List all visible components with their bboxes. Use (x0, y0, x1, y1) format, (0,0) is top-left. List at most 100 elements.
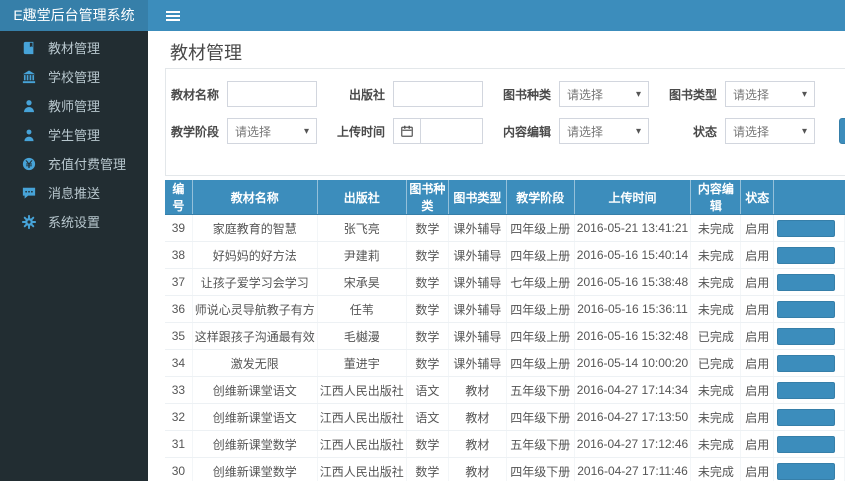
book-category-select[interactable]: 请选择 ▾ (559, 81, 649, 107)
sidebar-item-textbooks[interactable]: 教材管理 (0, 33, 148, 62)
calendar-icon[interactable] (393, 118, 420, 144)
book-type-select[interactable]: 请选择 ▾ (725, 81, 815, 107)
column-header: 上传时间 (574, 180, 692, 215)
table-cell: 课外辅导 (448, 349, 507, 377)
row-action-button[interactable] (777, 462, 836, 480)
teaching-stage-select[interactable]: 请选择 ▾ (227, 118, 317, 144)
student-icon (22, 127, 37, 142)
table-row: 31 创维新课堂数学 江西人民出版社 数学 教材 五年级下册 2016-04-27 17:1… (165, 430, 845, 458)
table-cell: 31 (165, 430, 193, 458)
search-button[interactable]: 搜索 (839, 118, 845, 144)
table-cell: 创维新课堂语文 (192, 403, 318, 431)
message-icon (22, 185, 37, 200)
filter-upload-time: 上传时间 (335, 118, 483, 144)
table-cell: 江西人民出版社 (317, 457, 407, 481)
table-cell: 启用 (740, 295, 775, 323)
table-cell: 四年级上册 (506, 241, 575, 269)
table-cell: 2016-05-16 15:38:48 (574, 268, 692, 296)
sidebar-item-messages[interactable]: 消息推送 (0, 178, 148, 207)
table-row: 38 好妈妈的好方法 尹建莉 数学 课外辅导 四年级上册 2016-05-16 15:40:… (165, 241, 845, 269)
row-action-button[interactable] (777, 327, 836, 345)
table-cell: 36 (165, 295, 193, 323)
table-cell: 教材 (448, 403, 507, 431)
table-cell: 江西人民出版社 (317, 430, 407, 458)
table-cell: 宋承昊 (317, 268, 407, 296)
content-editor-select[interactable]: 请选择 ▾ (559, 118, 649, 144)
table-cell: 33 (165, 376, 193, 404)
table-cell-action (773, 430, 845, 458)
sidebar-item-label: 教材管理 (48, 41, 101, 56)
table-cell: 董进宇 (317, 349, 407, 377)
status-select[interactable]: 请选择 ▾ (725, 118, 815, 144)
row-action-button[interactable] (777, 300, 836, 318)
table-row: 33 创维新课堂语文 江西人民出版社 语文 教材 五年级下册 2016-04-27 17:1… (165, 376, 845, 404)
sidebar: 教材管理学校管理 教师管理 学生管理 充值付费管理 消息推送 系统设置 (0, 31, 148, 481)
table-cell-action (773, 322, 845, 350)
publisher-input[interactable] (393, 81, 483, 107)
filter-publisher: 出版社 (335, 81, 483, 107)
table-cell: 未完成 (690, 403, 742, 431)
select-value: 请选择 (235, 124, 272, 139)
filter-label: 上传时间 (336, 124, 385, 139)
filter-book-type: 图书类型 请选择 ▾ (667, 81, 815, 107)
filter-panel: 教材名称 出版社 图书种类 请选择 ▾ 图书类型 请选择 ▾ 教学阶段 请选择 … (165, 68, 845, 213)
sidebar-toggle-button[interactable] (160, 0, 186, 31)
table-cell: 启用 (740, 268, 775, 296)
filter-label: 教学阶段 (170, 124, 219, 139)
chevron-down-icon: ▾ (635, 125, 641, 137)
column-header: 状态 (740, 180, 775, 215)
table-cell: 32 (165, 403, 193, 431)
row-action-button[interactable] (777, 219, 836, 237)
sidebar-item-students[interactable]: 学生管理 (0, 120, 148, 149)
table-cell: 未完成 (690, 430, 742, 458)
row-action-button[interactable] (777, 354, 836, 372)
sidebar-item-schools[interactable]: 学校管理 (0, 62, 148, 91)
table-cell: 家庭教育的智慧 (192, 214, 318, 242)
filter-row-2: 教学阶段 请选择 ▾ 上传时间 内容编辑 请选择 ▾ 状态 请选择 ▾ (169, 118, 845, 144)
filter-teaching-stage: 教学阶段 请选择 ▾ (169, 118, 317, 144)
table-cell: 数学 (406, 268, 450, 296)
filter-label: 出版社 (348, 87, 385, 102)
upload-time-picker (393, 118, 483, 144)
column-header: 图书类型 (448, 180, 507, 215)
table-cell: 课外辅导 (448, 295, 507, 323)
upload-time-input[interactable] (420, 118, 483, 144)
table-cell: 已完成 (690, 322, 742, 350)
row-action-button[interactable] (777, 435, 836, 453)
row-action-button[interactable] (777, 381, 836, 399)
table-cell-action (773, 268, 845, 296)
hamburger-icon (166, 14, 180, 17)
table-cell: 创维新课堂数学 (192, 430, 318, 458)
table-cell: 四年级上册 (506, 214, 575, 242)
sidebar-item-payments[interactable]: 充值付费管理 (0, 149, 148, 178)
filter-label: 教材名称 (170, 87, 219, 102)
textbook-table: 编号 教材名称 出版社 图书种类 图书类型 教学阶段 上传时间 内容编辑 状态 39 家庭教育的智… (165, 180, 845, 481)
table-cell: 30 (165, 457, 193, 481)
app-title[interactable]: E趣堂后台管理系统 (0, 0, 148, 31)
table-cell: 四年级下册 (506, 403, 575, 431)
table-cell: 2016-04-27 17:12:46 (574, 430, 692, 458)
sidebar-item-settings[interactable]: 系统设置 (0, 207, 148, 236)
table-cell: 四年级下册 (506, 457, 575, 481)
table-cell: 39 (165, 214, 193, 242)
table-cell: 未完成 (690, 241, 742, 269)
row-action-button[interactable] (777, 408, 836, 426)
table-cell: 师说心灵导航教子有方 (192, 295, 318, 323)
filter-textbook-name: 教材名称 (169, 81, 317, 107)
table-cell: 尹建莉 (317, 241, 407, 269)
column-header: 图书种类 (406, 180, 450, 215)
row-action-button[interactable] (777, 246, 836, 264)
table-cell: 江西人民出版社 (317, 403, 407, 431)
table-row: 39 家庭教育的智慧 张飞亮 数学 课外辅导 四年级上册 2016-05-21 13:41:… (165, 214, 845, 242)
filter-book-category: 图书种类 请选择 ▾ (501, 81, 649, 107)
table-cell: 2016-05-16 15:40:14 (574, 241, 692, 269)
table-cell: 任苇 (317, 295, 407, 323)
sidebar-item-teachers[interactable]: 教师管理 (0, 91, 148, 120)
main-content: 教材管理 教材名称 出版社 图书种类 请选择 ▾ 图书类型 请选择 ▾ 教学阶段… (148, 31, 845, 481)
table-row: 30 创维新课堂数学 江西人民出版社 数学 教材 四年级下册 2016-04-27 17:1… (165, 457, 845, 481)
textbook-name-input[interactable] (227, 81, 317, 107)
row-action-button[interactable] (777, 273, 836, 291)
table-cell-action (773, 214, 845, 242)
table-cell: 课外辅导 (448, 214, 507, 242)
table-cell: 这样跟孩子沟通最有效 (192, 322, 318, 350)
